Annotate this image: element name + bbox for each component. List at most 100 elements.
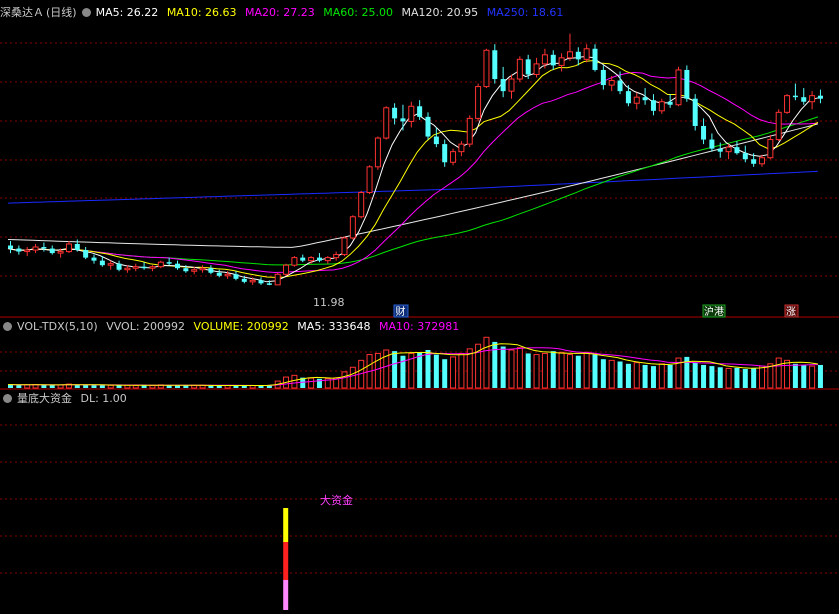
volume-bar: [642, 364, 648, 388]
volume-bar: [533, 354, 540, 389]
candle-body: [684, 69, 690, 99]
candle-body: [667, 101, 673, 105]
candle-body: [83, 250, 89, 258]
candle-body: [49, 248, 55, 254]
volume-bar: [49, 385, 55, 388]
volume-bar: [24, 384, 31, 389]
candle-body: [751, 159, 757, 164]
candle-body: [65, 243, 72, 253]
low-price-label: 11.98: [313, 296, 345, 309]
candle-body: [107, 263, 114, 266]
candle-body: [241, 278, 247, 282]
volume-bar: [132, 384, 139, 389]
candle-body: [283, 264, 290, 275]
ma120-line: [7, 123, 819, 248]
candle-body: [725, 146, 732, 153]
volume-bar: [516, 347, 523, 389]
candle-body: [41, 247, 47, 249]
candle-body: [408, 105, 415, 122]
volume-bar: [608, 359, 615, 389]
candle-body: [300, 257, 306, 261]
volume-bar: [558, 351, 565, 389]
volume-bar: [291, 374, 298, 389]
candle-body: [658, 101, 665, 112]
candle-body: [483, 49, 490, 88]
candle-body: [91, 257, 97, 261]
signal-bar-segment: [283, 508, 289, 542]
signal-bar: [283, 508, 289, 610]
candle-body: [650, 100, 656, 111]
candle-body: [233, 274, 239, 279]
candle-body: [809, 95, 816, 103]
candle-body: [792, 95, 798, 98]
candle-body: [191, 269, 198, 272]
candle-body: [734, 147, 740, 154]
candle-body: [516, 58, 523, 80]
candle-body: [157, 261, 164, 268]
candle-body: [784, 95, 791, 113]
candle-body: [274, 273, 281, 286]
candle-body: [74, 244, 80, 251]
volume-bar: [566, 354, 573, 389]
candle-body: [642, 97, 648, 101]
volume-bar: [541, 352, 548, 389]
candle-body: [492, 50, 498, 80]
candle-body: [249, 279, 256, 283]
candle-body: [16, 248, 22, 252]
volume-bar: [767, 363, 774, 389]
candle-body: [341, 237, 348, 256]
candle-body: [600, 69, 606, 86]
badge-hugang-label: 沪港: [704, 305, 724, 318]
volume-bar: [701, 364, 707, 388]
candle-body: [717, 148, 723, 152]
candle-body: [575, 51, 581, 60]
volume-bar: [550, 351, 556, 388]
candle-body: [99, 260, 105, 266]
volume-bar: [617, 361, 623, 388]
candle-body: [425, 116, 431, 137]
volume-bar: [91, 385, 97, 388]
candle-body: [592, 48, 598, 70]
volume-bar: [492, 341, 498, 388]
candle-body: [132, 266, 139, 269]
volume-bar: [450, 356, 457, 389]
volume-bar: [792, 363, 798, 388]
volume-bar: [751, 368, 757, 388]
badge-cai[interactable]: 财: [393, 304, 409, 318]
candle-body: [32, 246, 39, 251]
candle-body: [141, 266, 147, 269]
candle-body: [258, 280, 264, 284]
volume-bar: [817, 364, 823, 388]
volume-bar: [633, 362, 640, 389]
volume-bar: [374, 352, 381, 389]
candle-body: [383, 107, 390, 139]
candle-body: [417, 106, 423, 117]
candle-body: [675, 69, 682, 106]
badge-zhang[interactable]: 涨: [784, 304, 799, 318]
ma5-line: [7, 56, 819, 283]
candle-body: [500, 79, 506, 92]
badge-hugang[interactable]: 沪港: [702, 304, 726, 318]
candle-body: [775, 111, 782, 141]
candle-body: [57, 251, 64, 254]
candle-body: [349, 216, 356, 239]
volume-bar: [592, 354, 598, 388]
volume-bar: [41, 384, 47, 388]
volume-bar: [709, 366, 715, 388]
volume-bar: [216, 385, 222, 388]
volume-bar: [458, 352, 465, 389]
volume-bar: [433, 354, 439, 388]
volume-bar: [625, 363, 631, 388]
signal-bar-segment: [283, 542, 289, 580]
stock-chart-canvas[interactable]: 11.98 财 沪港 涨 大资金: [0, 0, 839, 614]
candle-body: [316, 257, 322, 261]
candle-body: [583, 48, 590, 60]
volume-bar: [600, 359, 606, 388]
volume-bar: [483, 336, 490, 389]
candle-body: [24, 249, 31, 253]
volume-bar: [650, 366, 656, 388]
candle-body: [442, 144, 448, 163]
candle-body: [266, 283, 272, 285]
candle-body: [116, 263, 122, 270]
volume-bar: [667, 364, 673, 388]
